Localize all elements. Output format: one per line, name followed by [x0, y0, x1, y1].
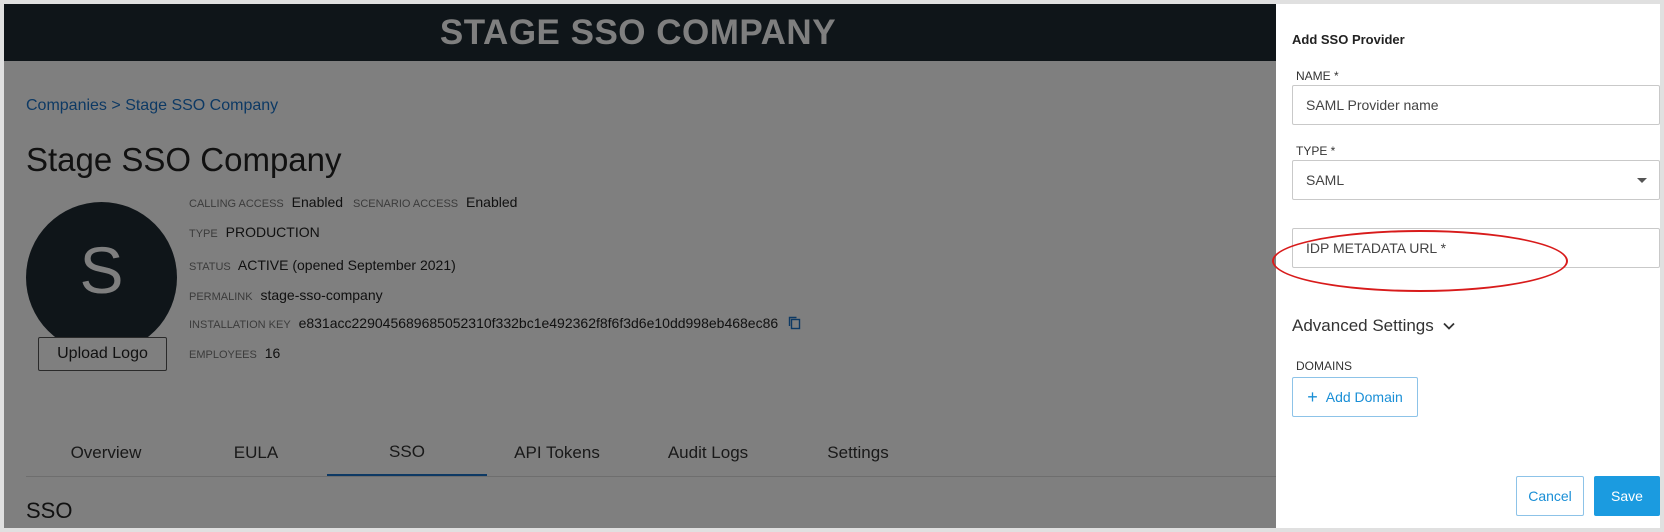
installation-key-value: e831acc229045689685052310f332bc1e492362f… — [298, 315, 779, 331]
permalink-info: PERMALINK stage-sso-company — [189, 287, 383, 303]
name-label: NAME * — [1296, 69, 1339, 83]
tab-eula[interactable]: EULA — [176, 430, 336, 476]
installation-key-info: INSTALLATION KEY e831acc2290456896850523… — [189, 315, 801, 333]
tab-settings[interactable]: Settings — [778, 430, 938, 476]
caret-down-icon — [1637, 178, 1647, 183]
calling-access-label: CALLING ACCESS — [189, 198, 284, 210]
tab-bar: Overview EULA SSO API Tokens Audit Logs … — [26, 430, 1276, 477]
type-select[interactable]: SAML — [1292, 160, 1660, 200]
avatar-letter: S — [79, 232, 124, 307]
add-domain-button[interactable]: + Add Domain — [1292, 377, 1418, 417]
breadcrumb: Companies > Stage SSO Company — [26, 97, 278, 115]
copy-icon[interactable] — [788, 316, 801, 333]
status-label: STATUS — [189, 261, 231, 273]
scenario-access-value: Enabled — [466, 194, 518, 210]
tab-api-tokens[interactable]: API Tokens — [477, 430, 637, 476]
type-value: PRODUCTION — [225, 224, 320, 240]
idp-metadata-url-input[interactable]: IDP METADATA URL * — [1292, 228, 1660, 268]
top-header: STAGE SSO COMPANY — [4, 4, 1276, 61]
employees-value: 16 — [264, 345, 281, 361]
add-domain-label: Add Domain — [1325, 389, 1403, 405]
breadcrumb-separator: > — [111, 97, 121, 114]
chevron-down-icon — [1442, 316, 1456, 336]
page-title: Stage SSO Company — [26, 141, 342, 178]
company-page: STAGE SSO COMPANY Companies > Stage SSO … — [4, 4, 1276, 528]
employees-label: EMPLOYEES — [189, 349, 257, 361]
header-title: STAGE SSO COMPANY — [439, 12, 837, 52]
advanced-settings-label: Advanced Settings — [1292, 316, 1434, 335]
type-label: TYPE * — [1296, 144, 1336, 158]
name-input[interactable]: SAML Provider name — [1292, 85, 1660, 125]
permalink-value: stage-sso-company — [260, 287, 383, 303]
breadcrumb-companies-link[interactable]: Companies — [26, 97, 107, 114]
employees-info: EMPLOYEES 16 — [189, 345, 280, 361]
status-info: STATUS ACTIVE (opened September 2021) — [189, 257, 456, 273]
tab-overview[interactable]: Overview — [26, 430, 186, 476]
type-select-value: SAML — [1306, 172, 1345, 188]
section-title: SSO — [26, 498, 73, 523]
scenario-access-info: SCENARIO ACCESS Enabled — [353, 194, 517, 210]
save-button[interactable]: Save — [1594, 476, 1660, 516]
tab-audit-logs[interactable]: Audit Logs — [628, 430, 788, 476]
plus-icon: + — [1307, 387, 1318, 407]
upload-logo-button[interactable]: Upload Logo — [38, 337, 167, 371]
advanced-settings-toggle[interactable]: Advanced Settings — [1292, 316, 1456, 336]
drawer-title: Add SSO Provider — [1292, 32, 1405, 47]
status-value: ACTIVE (opened September 2021) — [237, 257, 456, 273]
cancel-button[interactable]: Cancel — [1516, 476, 1584, 516]
type-label: TYPE — [189, 228, 218, 240]
type-info: TYPE PRODUCTION — [189, 224, 320, 240]
add-sso-provider-drawer: Add SSO Provider NAME * SAML Provider na… — [1272, 4, 1660, 528]
avatar: S — [26, 202, 177, 353]
permalink-label: PERMALINK — [189, 291, 253, 303]
breadcrumb-current[interactable]: Stage SSO Company — [125, 97, 278, 114]
tab-sso[interactable]: SSO — [327, 430, 487, 476]
scenario-access-label: SCENARIO ACCESS — [353, 198, 459, 210]
calling-access-value: Enabled — [291, 194, 344, 210]
installation-key-label: INSTALLATION KEY — [189, 319, 291, 331]
domains-label: DOMAINS — [1296, 359, 1353, 373]
calling-access-info: CALLING ACCESS Enabled — [189, 194, 343, 210]
